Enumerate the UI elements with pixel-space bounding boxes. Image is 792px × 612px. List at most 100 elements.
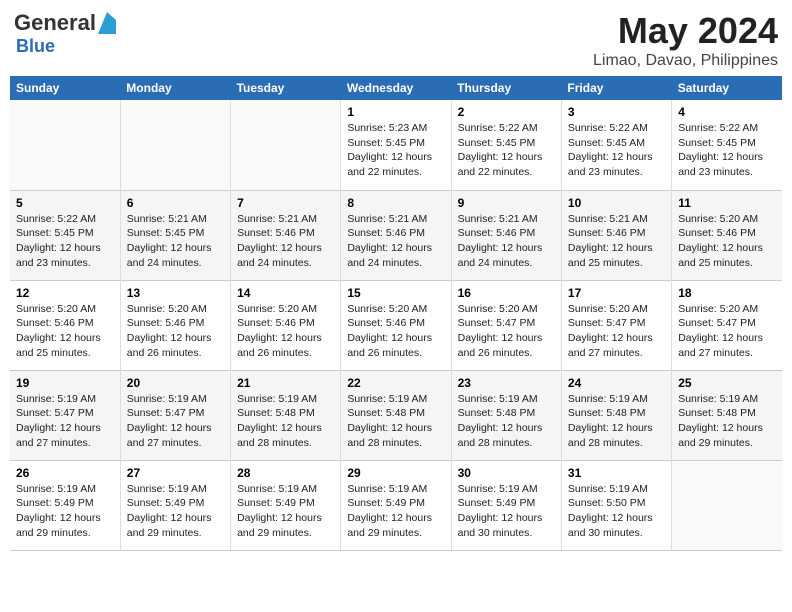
calendar-cell: 19 Sunrise: 5:19 AM Sunset: 5:47 PM Dayli… xyxy=(10,370,120,460)
day-number: 23 xyxy=(458,376,555,390)
calendar-cell: 29 Sunrise: 5:19 AM Sunset: 5:49 PM Dayli… xyxy=(341,460,451,550)
day-info: Sunrise: 5:19 AM Sunset: 5:48 PM Dayligh… xyxy=(568,392,665,451)
day-number: 30 xyxy=(458,466,555,480)
calendar-cell: 14 Sunrise: 5:20 AM Sunset: 5:46 PM Dayli… xyxy=(231,280,341,370)
day-number: 2 xyxy=(458,105,555,119)
day-number: 11 xyxy=(678,196,776,210)
day-info: Sunrise: 5:20 AM Sunset: 5:47 PM Dayligh… xyxy=(568,302,665,361)
day-number: 9 xyxy=(458,196,555,210)
day-number: 28 xyxy=(237,466,334,480)
weekday-header-tuesday: Tuesday xyxy=(231,76,341,100)
day-number: 13 xyxy=(127,286,224,300)
calendar-cell: 24Sunrise: 5:19 AM Sunset: 5:48 PM Dayli… xyxy=(561,370,671,460)
day-number: 16 xyxy=(458,286,555,300)
main-title: May 2024 xyxy=(593,10,778,52)
day-info: Sunrise: 5:22 AM Sunset: 5:45 PM Dayligh… xyxy=(16,212,114,271)
calendar-cell: 25 Sunrise: 5:19 AM Sunset: 5:48 PM Dayli… xyxy=(672,370,782,460)
title-block: May 2024 Limao, Davao, Philippines xyxy=(593,10,778,70)
logo-general: General xyxy=(14,10,96,36)
calendar-cell: 13 Sunrise: 5:20 AM Sunset: 5:46 PM Dayli… xyxy=(120,280,230,370)
day-info: Sunrise: 5:20 AM Sunset: 5:47 PM Dayligh… xyxy=(458,302,555,361)
day-info: Sunrise: 5:19 AM Sunset: 5:47 PM Dayligh… xyxy=(127,392,224,451)
calendar-cell xyxy=(672,460,782,550)
weekday-header-saturday: Saturday xyxy=(672,76,782,100)
calendar-cell: 23 Sunrise: 5:19 AM Sunset: 5:48 PM Dayli… xyxy=(451,370,561,460)
calendar-cell: 2 Sunrise: 5:22 AM Sunset: 5:45 PM Daylig… xyxy=(451,100,561,190)
day-number: 27 xyxy=(127,466,224,480)
day-number: 3 xyxy=(568,105,665,119)
weekday-header-thursday: Thursday xyxy=(451,76,561,100)
day-info: Sunrise: 5:19 AM Sunset: 5:49 PM Dayligh… xyxy=(458,482,555,541)
day-info: Sunrise: 5:20 AM Sunset: 5:46 PM Dayligh… xyxy=(678,212,776,271)
day-info: Sunrise: 5:19 AM Sunset: 5:48 PM Dayligh… xyxy=(678,392,776,451)
day-number: 21 xyxy=(237,376,334,390)
day-number: 6 xyxy=(127,196,224,210)
subtitle: Limao, Davao, Philippines xyxy=(593,52,778,70)
day-number: 5 xyxy=(16,196,114,210)
calendar-cell: 1Sunrise: 5:23 AM Sunset: 5:45 PM Daylig… xyxy=(341,100,451,190)
calendar-week-2: 5 Sunrise: 5:22 AM Sunset: 5:45 PM Daylig… xyxy=(10,190,782,280)
day-number: 22 xyxy=(347,376,444,390)
day-info: Sunrise: 5:19 AM Sunset: 5:47 PM Dayligh… xyxy=(16,392,114,451)
logo-icon xyxy=(98,12,116,34)
calendar-cell xyxy=(10,100,120,190)
day-info: Sunrise: 5:21 AM Sunset: 5:46 PM Dayligh… xyxy=(347,212,444,271)
day-number: 10 xyxy=(568,196,665,210)
logo: General Blue xyxy=(14,10,116,57)
day-number: 8 xyxy=(347,196,444,210)
day-number: 4 xyxy=(678,105,776,119)
day-number: 20 xyxy=(127,376,224,390)
calendar-cell: 18 Sunrise: 5:20 AM Sunset: 5:47 PM Dayli… xyxy=(672,280,782,370)
calendar-cell: 11 Sunrise: 5:20 AM Sunset: 5:46 PM Dayli… xyxy=(672,190,782,280)
calendar-body: 1Sunrise: 5:23 AM Sunset: 5:45 PM Daylig… xyxy=(10,100,782,550)
day-info: Sunrise: 5:21 AM Sunset: 5:46 PM Dayligh… xyxy=(458,212,555,271)
weekday-header-wednesday: Wednesday xyxy=(341,76,451,100)
calendar-cell: 7Sunrise: 5:21 AM Sunset: 5:46 PM Daylig… xyxy=(231,190,341,280)
day-info: Sunrise: 5:20 AM Sunset: 5:46 PM Dayligh… xyxy=(347,302,444,361)
calendar-cell: 21 Sunrise: 5:19 AM Sunset: 5:48 PM Dayli… xyxy=(231,370,341,460)
weekday-header-sunday: Sunday xyxy=(10,76,120,100)
day-info: Sunrise: 5:20 AM Sunset: 5:46 PM Dayligh… xyxy=(237,302,334,361)
calendar-cell: 4 Sunrise: 5:22 AM Sunset: 5:45 PM Daylig… xyxy=(672,100,782,190)
day-info: Sunrise: 5:21 AM Sunset: 5:45 PM Dayligh… xyxy=(127,212,224,271)
day-number: 19 xyxy=(16,376,114,390)
day-number: 7 xyxy=(237,196,334,210)
day-info: Sunrise: 5:19 AM Sunset: 5:49 PM Dayligh… xyxy=(127,482,224,541)
calendar-cell: 22 Sunrise: 5:19 AM Sunset: 5:48 PM Dayli… xyxy=(341,370,451,460)
weekday-header-monday: Monday xyxy=(120,76,230,100)
day-info: Sunrise: 5:22 AM Sunset: 5:45 AM Dayligh… xyxy=(568,121,665,180)
day-info: Sunrise: 5:20 AM Sunset: 5:47 PM Dayligh… xyxy=(678,302,776,361)
day-number: 14 xyxy=(237,286,334,300)
calendar-cell: 27 Sunrise: 5:19 AM Sunset: 5:49 PM Dayli… xyxy=(120,460,230,550)
day-info: Sunrise: 5:19 AM Sunset: 5:50 PM Dayligh… xyxy=(568,482,665,541)
day-number: 29 xyxy=(347,466,444,480)
day-number: 26 xyxy=(16,466,114,480)
calendar-cell: 3 Sunrise: 5:22 AM Sunset: 5:45 AM Daylig… xyxy=(561,100,671,190)
calendar-cell: 9 Sunrise: 5:21 AM Sunset: 5:46 PM Daylig… xyxy=(451,190,561,280)
day-info: Sunrise: 5:22 AM Sunset: 5:45 PM Dayligh… xyxy=(458,121,555,180)
weekday-header-friday: Friday xyxy=(561,76,671,100)
day-info: Sunrise: 5:19 AM Sunset: 5:48 PM Dayligh… xyxy=(458,392,555,451)
day-info: Sunrise: 5:19 AM Sunset: 5:48 PM Dayligh… xyxy=(347,392,444,451)
calendar-cell: 5 Sunrise: 5:22 AM Sunset: 5:45 PM Daylig… xyxy=(10,190,120,280)
logo-blue: Blue xyxy=(16,36,55,57)
calendar-cell: 20 Sunrise: 5:19 AM Sunset: 5:47 PM Dayli… xyxy=(120,370,230,460)
day-number: 25 xyxy=(678,376,776,390)
calendar-week-4: 19 Sunrise: 5:19 AM Sunset: 5:47 PM Dayli… xyxy=(10,370,782,460)
day-number: 31 xyxy=(568,466,665,480)
calendar-cell: 28Sunrise: 5:19 AM Sunset: 5:49 PM Dayli… xyxy=(231,460,341,550)
day-info: Sunrise: 5:19 AM Sunset: 5:49 PM Dayligh… xyxy=(347,482,444,541)
day-number: 17 xyxy=(568,286,665,300)
calendar-cell: 15Sunrise: 5:20 AM Sunset: 5:46 PM Dayli… xyxy=(341,280,451,370)
day-info: Sunrise: 5:22 AM Sunset: 5:45 PM Dayligh… xyxy=(678,121,776,180)
day-number: 18 xyxy=(678,286,776,300)
calendar-cell: 8 Sunrise: 5:21 AM Sunset: 5:46 PM Daylig… xyxy=(341,190,451,280)
calendar-cell: 26Sunrise: 5:19 AM Sunset: 5:49 PM Dayli… xyxy=(10,460,120,550)
calendar-cell: 16 Sunrise: 5:20 AM Sunset: 5:47 PM Dayli… xyxy=(451,280,561,370)
calendar-cell: 12Sunrise: 5:20 AM Sunset: 5:46 PM Dayli… xyxy=(10,280,120,370)
calendar-cell xyxy=(231,100,341,190)
calendar-week-5: 26 Sunrise: 5:19 AM Sunset: 5:49 PM Dayli… xyxy=(10,460,782,550)
day-info: Sunrise: 5:19 AM Sunset: 5:48 PM Dayligh… xyxy=(237,392,334,451)
day-info: Sunrise: 5:20 AM Sunset: 5:46 PM Dayligh… xyxy=(127,302,224,361)
day-info: Sunrise: 5:23 AM Sunset: 5:45 PM Dayligh… xyxy=(347,121,444,180)
